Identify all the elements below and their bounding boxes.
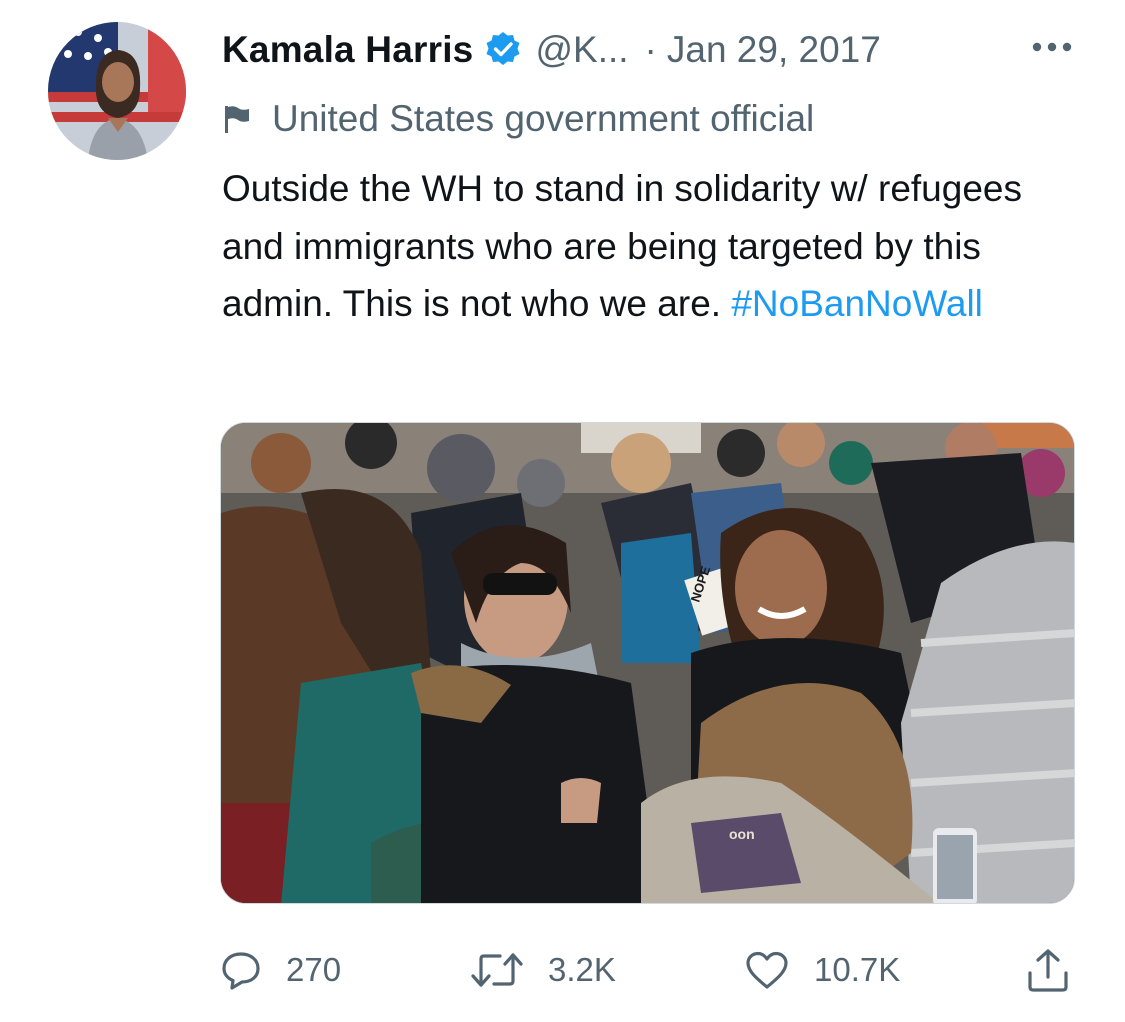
- retweet-icon: [470, 949, 524, 991]
- account-label-text: United States government official: [272, 98, 815, 139]
- account-label[interactable]: United States government official: [222, 94, 814, 144]
- like-count: 10.7K: [814, 951, 901, 988]
- like-button[interactable]: 10.7K: [744, 940, 900, 1000]
- action-bar: 270 3.2K 10.7K: [0, 940, 1125, 1000]
- heart-icon: [744, 949, 790, 991]
- header-separator: ·: [644, 29, 657, 70]
- tweet-photo[interactable]: NOPE oon: [220, 422, 1075, 904]
- photo-text-1: oon: [729, 826, 755, 842]
- tweet-text: Outside the WH to stand in solidarity w/…: [222, 160, 1082, 333]
- author-display-name[interactable]: Kamala Harris: [222, 29, 473, 71]
- retweet-button[interactable]: 3.2K: [470, 940, 616, 1000]
- author-handle[interactable]: @K...: [535, 29, 628, 71]
- share-icon: [1026, 947, 1070, 993]
- avatar[interactable]: [48, 22, 186, 160]
- hashtag-link[interactable]: #NoBanNoWall: [731, 283, 983, 324]
- tweet-header: Kamala Harris @K... · Jan 29, 2017: [222, 24, 881, 76]
- more-options-icon[interactable]: [1030, 36, 1074, 58]
- reply-icon: [220, 949, 262, 991]
- reply-button[interactable]: 270: [220, 940, 341, 1000]
- retweet-count: 3.2K: [548, 951, 616, 988]
- verified-badge-icon: [483, 30, 523, 70]
- share-button[interactable]: [1026, 940, 1070, 1000]
- tweet-date[interactable]: Jan 29, 2017: [667, 29, 881, 71]
- flag-icon: [222, 104, 252, 134]
- reply-count: 270: [286, 951, 342, 988]
